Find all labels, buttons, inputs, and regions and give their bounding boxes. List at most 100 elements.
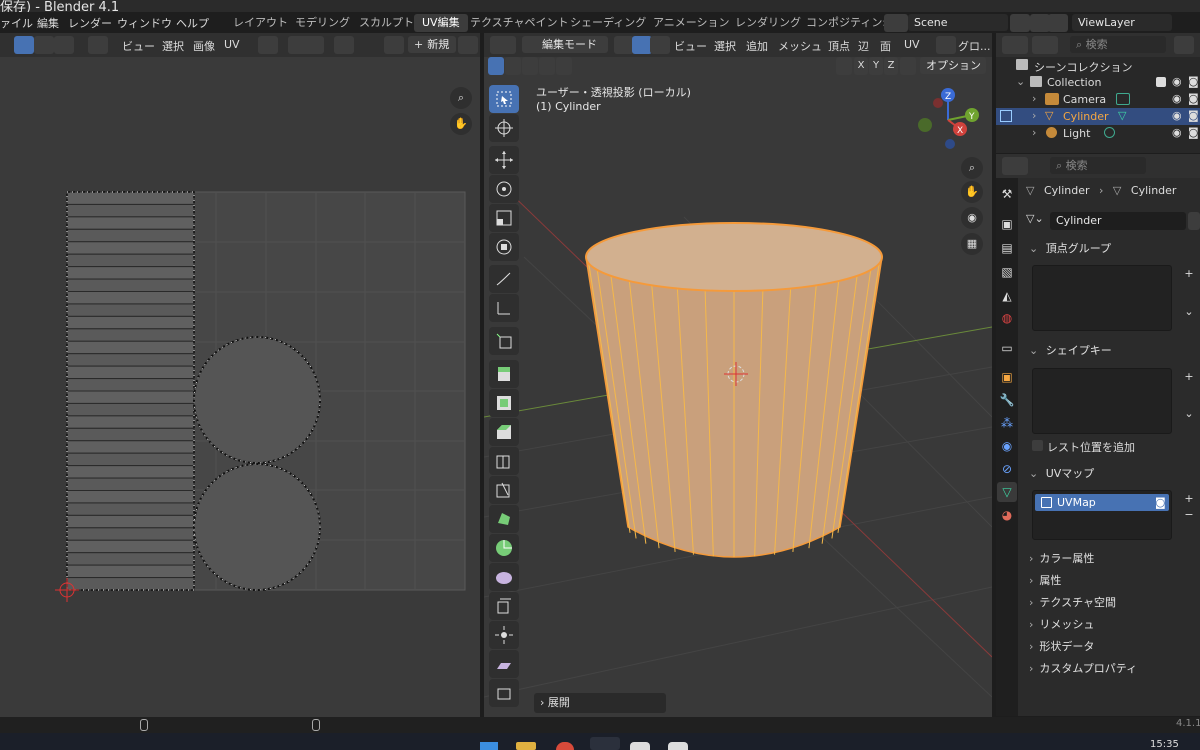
vp-menu-uv[interactable]: UV <box>904 38 920 51</box>
viewport-zoom-icon[interactable]: ⌕ <box>961 157 983 179</box>
editor-type-icon[interactable] <box>490 36 516 54</box>
bevel-tool[interactable] <box>489 418 519 446</box>
render-tab-icon[interactable]: ▣ <box>997 214 1017 234</box>
smooth-tool[interactable] <box>489 563 519 591</box>
shrink-fatten-tool[interactable] <box>489 621 519 649</box>
mesh-name-field[interactable]: Cylinder <box>1050 212 1186 230</box>
loop-cut-tool[interactable] <box>489 447 519 475</box>
camera-render-icon[interactable]: ◙ <box>1155 494 1166 511</box>
modifier-tab-icon[interactable]: 🔧 <box>997 390 1017 410</box>
scene-tab-icon[interactable]: ◭ <box>997 286 1017 306</box>
properties-search-field[interactable]: ⌕ 検索 <box>1050 157 1146 174</box>
outliner-display-mode-icon[interactable] <box>1032 36 1058 54</box>
rip-region-tool[interactable] <box>489 679 519 707</box>
panel-attributes[interactable]: › 属性 <box>1025 572 1200 592</box>
menu-edit[interactable]: 編集 <box>37 15 59 31</box>
tab-sculpt[interactable]: スカルプト <box>351 14 422 32</box>
options-dropdown[interactable]: オプション <box>920 57 986 74</box>
move-tool[interactable] <box>489 146 519 174</box>
camera-render-icon[interactable]: ◙ <box>1188 126 1199 139</box>
tab-animation[interactable]: アニメーション <box>645 14 738 32</box>
properties-editor-type-icon[interactable] <box>1002 157 1028 175</box>
scene-collection-row[interactable]: シーンコレクション <box>996 57 1200 74</box>
shear-tool[interactable] <box>489 650 519 678</box>
tab-compositing[interactable]: コンポジティン: <box>798 14 894 32</box>
tab-texture-paint[interactable]: テクスチャペイント <box>462 14 577 32</box>
measure-tool[interactable] <box>489 294 519 322</box>
outliner-item-camera[interactable]: › Camera ◉ ◙ <box>996 91 1200 108</box>
uv-pivot-icon[interactable] <box>258 36 278 54</box>
light-data-icon[interactable] <box>1104 127 1115 138</box>
uv-menu-uv[interactable]: UV <box>224 38 240 51</box>
uv-map-item[interactable]: UVMap ◙ <box>1035 494 1169 511</box>
outliner-editor-type-icon[interactable] <box>1002 36 1028 54</box>
scale-tool[interactable] <box>489 204 519 232</box>
edge-slide-tool[interactable] <box>489 592 519 620</box>
image-browse-icon[interactable] <box>384 36 404 54</box>
panel-geometry-data[interactable]: › 形状データ <box>1025 638 1200 658</box>
select-extend-icon[interactable] <box>505 57 521 75</box>
poly-build-tool[interactable] <box>489 505 519 533</box>
panel-uv-maps[interactable]: ⌄ UVマップ <box>1025 465 1200 485</box>
inset-tool[interactable] <box>489 389 519 417</box>
scene-name-field[interactable]: Scene <box>908 14 1008 31</box>
constraints-tab-icon[interactable]: ⊘ <box>997 459 1017 479</box>
menu-file[interactable]: ァイル <box>0 15 33 31</box>
navigation-gizmo[interactable]: Z Y X <box>908 85 988 155</box>
fake-user-icon[interactable] <box>1188 212 1200 230</box>
uv-edge-select-icon[interactable] <box>54 36 74 54</box>
vp-menu-view[interactable]: ビュー <box>674 38 707 54</box>
outliner-search-field[interactable]: ⌕ 検索 <box>1070 36 1166 53</box>
view-layer-tab-icon[interactable]: ▧ <box>997 262 1017 282</box>
vp-menu-select[interactable]: 選択 <box>714 38 736 54</box>
collection-row[interactable]: ⌄ Collection ◉ ◙ <box>996 74 1200 91</box>
uv-sync-selection-icon[interactable] <box>14 36 34 54</box>
viewport-pan-hand-icon[interactable]: ✋ <box>961 181 983 203</box>
tool-tab-icon[interactable]: ⚒ <box>997 184 1017 204</box>
vertex-groups-list[interactable] <box>1032 265 1172 331</box>
tab-uv-editing[interactable]: UV編集 <box>414 14 468 32</box>
collection-tab-icon[interactable]: ▭ <box>997 338 1017 358</box>
ortho-grid-icon[interactable]: ▦ <box>961 233 983 255</box>
delete-scene-icon[interactable] <box>1030 14 1050 32</box>
mode-select[interactable]: 編集モード <box>522 36 608 53</box>
uv-menu-view[interactable]: ビュー <box>122 38 155 54</box>
world-tab-icon[interactable]: ◍ <box>997 308 1017 328</box>
3d-viewport-canvas[interactable]: ユーザー・透視投影 (ローカル) (1) Cylinder Z Y X ⌕ ✋ … <box>484 57 992 717</box>
panel-custom-properties[interactable]: › カスタムプロパティ <box>1025 660 1200 680</box>
camera-data-icon[interactable] <box>1116 93 1130 105</box>
camera-render-icon[interactable]: ◙ <box>1188 92 1199 105</box>
panel-texture-space[interactable]: › テクスチャ空間 <box>1025 594 1200 614</box>
object-tab-icon[interactable]: ▣ <box>997 367 1017 387</box>
transform-orientation-label[interactable]: グロ... <box>958 38 991 54</box>
annotate-tool[interactable] <box>489 265 519 293</box>
mirror-y-toggle[interactable]: Y <box>869 57 883 75</box>
menu-help[interactable]: ヘルプ <box>176 15 209 31</box>
operator-panel[interactable]: › 展開 <box>534 693 666 713</box>
new-image-button[interactable]: + 新規 <box>408 36 456 53</box>
uv-vertex-select-icon[interactable] <box>34 36 54 54</box>
panel-color-attributes[interactable]: › カラー属性 <box>1025 550 1200 570</box>
extrude-tool[interactable] <box>489 360 519 388</box>
vertex-group-specials-icon[interactable]: ⌄ <box>1182 305 1196 319</box>
mesh-data-icon[interactable]: ▽ <box>1118 109 1126 122</box>
uv-sync-icon[interactable] <box>900 57 916 75</box>
mirror-z-toggle[interactable]: Z <box>884 57 898 75</box>
app-icon[interactable] <box>630 742 650 750</box>
vp-menu-add[interactable]: 追加 <box>746 38 768 54</box>
uv-menu-select[interactable]: 選択 <box>162 38 184 54</box>
menu-window[interactable]: ウィンドウ <box>117 15 172 31</box>
relative-checkbox[interactable] <box>1032 440 1043 451</box>
panel-shape-keys[interactable]: ⌄ シェイプキー <box>1025 342 1200 362</box>
spin-tool[interactable] <box>489 534 519 562</box>
open-image-icon[interactable] <box>458 36 478 54</box>
vp-menu-face[interactable]: 面 <box>880 38 891 54</box>
view-layer-icon[interactable] <box>1048 14 1068 32</box>
cursor-tool[interactable] <box>489 114 519 142</box>
uv-maps-list[interactable]: UVMap ◙ <box>1032 490 1172 540</box>
edge-select-mode-icon[interactable] <box>632 36 652 54</box>
outliner-item-cylinder[interactable]: › ▽ Cylinder ▽ ◉ ◙ <box>996 108 1200 125</box>
uv-proportional-icon[interactable] <box>334 36 354 54</box>
transform-orientation-icon[interactable] <box>936 36 956 54</box>
browser-icon[interactable] <box>556 742 574 750</box>
